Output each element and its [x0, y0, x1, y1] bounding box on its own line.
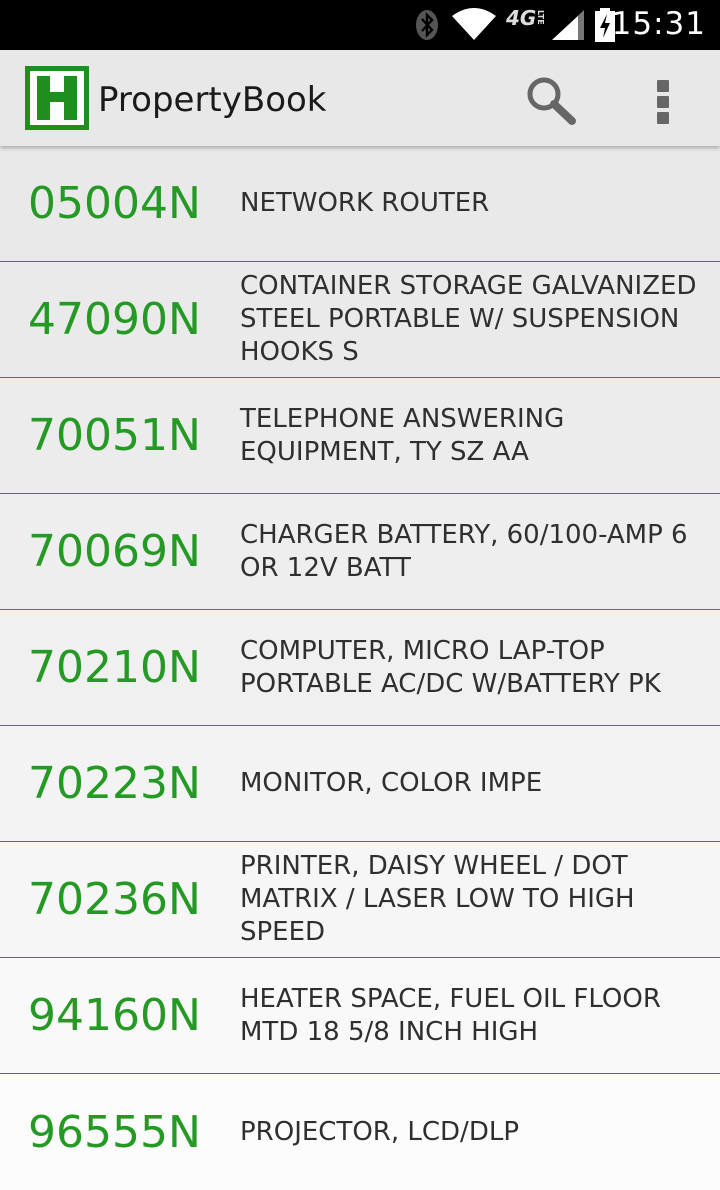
status-bar: 4G LTE 15:31 [0, 0, 720, 50]
clock: 15:31 [611, 6, 706, 42]
item-code: 70210N [28, 642, 201, 693]
item-code: 70051N [28, 410, 201, 461]
overflow-dot [657, 112, 669, 124]
item-description: TELEPHONE ANSWERING EQUIPMENT, TY SZ AA [240, 403, 565, 467]
item-description: COMPUTER, MICRO LAP-TOP PORTABLE AC/DC W… [240, 635, 661, 699]
wifi-icon [452, 8, 496, 40]
item-code: 70223N [28, 758, 201, 809]
signal-icon [552, 10, 584, 40]
item-description: HEATER SPACE, FUEL OIL FLOOR MTD 18 5/8 … [240, 983, 661, 1047]
list-item[interactable]: 70069N CHARGER BATTERY, 60/100-AMP 6 OR … [0, 494, 720, 610]
property-list: 05004N NETWORK ROUTER 47090N CONTAINER S… [0, 146, 720, 1190]
list-item[interactable]: 05004N NETWORK ROUTER [0, 146, 720, 262]
list-item[interactable]: 47090N CONTAINER STORAGE GALVANIZED STEE… [0, 262, 720, 378]
lte-4g-icon: 4G LTE [506, 6, 550, 42]
item-description: MONITOR, COLOR IMPE [240, 768, 543, 798]
overflow-dot [657, 96, 669, 108]
app-logo [25, 66, 89, 130]
item-code: 96555N [28, 1106, 201, 1158]
logo-icon [30, 71, 84, 125]
app-bar: PropertyBook [0, 50, 720, 146]
overflow-menu-icon[interactable] [646, 76, 682, 124]
item-description: CHARGER BATTERY, 60/100-AMP 6 OR 12V BAT… [240, 519, 688, 583]
app-title: PropertyBook [98, 80, 327, 120]
item-description: PRINTER, DAISY WHEEL / DOT MATRIX / LASE… [240, 851, 635, 947]
item-description: NETWORK ROUTER [240, 188, 490, 218]
list-item[interactable]: 96555N PROJECTOR, LCD/DLP [0, 1074, 720, 1190]
list-item[interactable]: 70236N PRINTER, DAISY WHEEL / DOT MATRIX… [0, 842, 720, 958]
network-sublabel: LTE [536, 10, 545, 25]
item-description: PROJECTOR, LCD/DLP [240, 1116, 520, 1147]
bluetooth-icon [416, 10, 438, 40]
item-code: 05004N [28, 178, 201, 229]
network-label: 4G [506, 6, 537, 30]
item-code: 70236N [28, 874, 201, 925]
item-code: 70069N [28, 526, 201, 577]
item-code: 94160N [28, 990, 201, 1041]
list-item[interactable]: 94160N HEATER SPACE, FUEL OIL FLOOR MTD … [0, 958, 720, 1074]
list-item[interactable]: 70210N COMPUTER, MICRO LAP-TOP PORTABLE … [0, 610, 720, 726]
item-description: CONTAINER STORAGE GALVANIZED STEEL PORTA… [240, 271, 697, 367]
list-item[interactable]: 70223N MONITOR, COLOR IMPE [0, 726, 720, 842]
overflow-dot [657, 80, 669, 92]
search-icon[interactable] [522, 72, 580, 128]
item-code: 47090N [28, 294, 201, 345]
list-item[interactable]: 70051N TELEPHONE ANSWERING EQUIPMENT, TY… [0, 378, 720, 494]
